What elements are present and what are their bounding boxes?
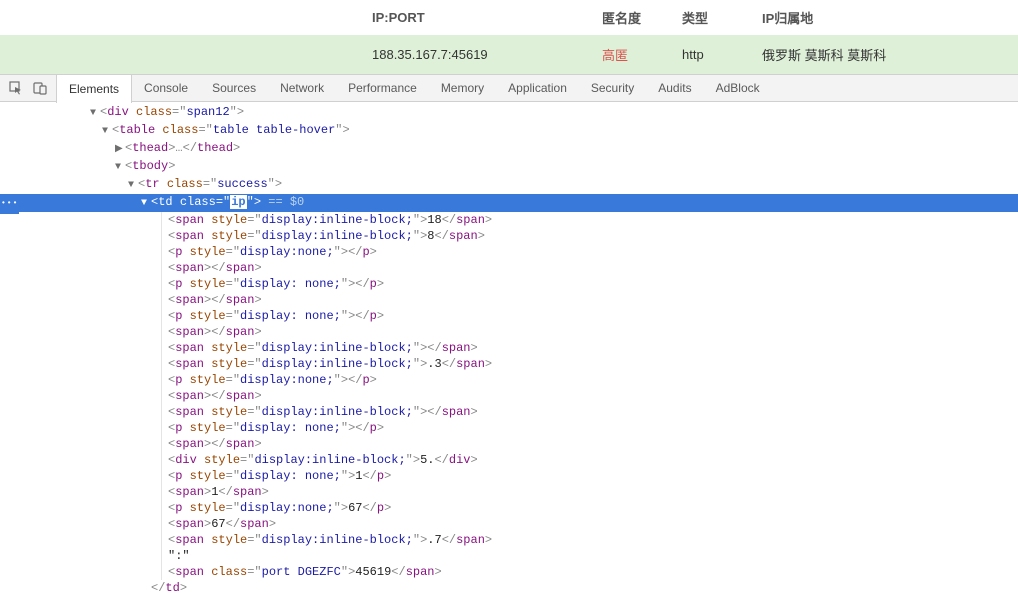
- cell-anon: 高匿: [590, 35, 670, 74]
- header-anon: 匿名度: [590, 0, 670, 35]
- header-type: 类型: [670, 0, 750, 35]
- tab-adblock[interactable]: AdBlock: [704, 75, 772, 101]
- tab-memory[interactable]: Memory: [429, 75, 496, 101]
- dom-node[interactable]: <div class="span12">: [0, 104, 1018, 122]
- dom-node[interactable]: <span style="display:inline-block;"></sp…: [168, 404, 1018, 420]
- proxy-table: IP:PORT 匿名度 类型 IP归属地 188.35.167.7:45619 …: [0, 0, 1018, 74]
- dom-node[interactable]: <p style="display: none;"></p>: [168, 276, 1018, 292]
- dom-node[interactable]: <p style="display: none;">1</p>: [168, 468, 1018, 484]
- dom-node[interactable]: <div style="display:inline-block;">5.</d…: [168, 452, 1018, 468]
- dom-node[interactable]: <span></span>: [168, 260, 1018, 276]
- dom-node-selected[interactable]: <td class="ip"> == $0: [0, 194, 1018, 212]
- cell-loc: 俄罗斯 莫斯科 莫斯科: [750, 35, 1018, 74]
- tab-application[interactable]: Application: [496, 75, 579, 101]
- header-ipport: IP:PORT: [360, 0, 590, 35]
- dom-node[interactable]: <p style="display:none;">67</p>: [168, 500, 1018, 516]
- dom-node[interactable]: <span style="display:inline-block;">18</…: [168, 212, 1018, 228]
- dom-node[interactable]: <span class="port DGEZFC">45619</span>: [168, 564, 1018, 580]
- dom-node[interactable]: ":": [168, 548, 1018, 564]
- tab-sources[interactable]: Sources: [200, 75, 268, 101]
- dom-node[interactable]: <table class="table table-hover">: [0, 122, 1018, 140]
- dom-node[interactable]: <tr class="success">: [0, 176, 1018, 194]
- dom-node[interactable]: <p style="display: none;"></p>: [168, 420, 1018, 436]
- blank-header: [0, 0, 360, 35]
- table-row[interactable]: 188.35.167.7:45619 高匿 http 俄罗斯 莫斯科 莫斯科: [0, 35, 1018, 74]
- dom-node[interactable]: <span></span>: [168, 388, 1018, 404]
- tab-performance[interactable]: Performance: [336, 75, 429, 101]
- dom-node[interactable]: </td>: [0, 580, 1018, 596]
- dom-node[interactable]: <span></span>: [168, 436, 1018, 452]
- inspect-icon[interactable]: [6, 78, 26, 98]
- dom-node[interactable]: <p style="display:none;"></p>: [168, 244, 1018, 260]
- dom-node[interactable]: <span style="display:inline-block;"></sp…: [168, 340, 1018, 356]
- devtools-tabbar: Elements Console Sources Network Perform…: [0, 74, 1018, 102]
- tab-audits[interactable]: Audits: [646, 75, 703, 101]
- dom-tree[interactable]: <div class="span12"> <table class="table…: [0, 102, 1018, 606]
- dom-node[interactable]: <span></span>: [168, 324, 1018, 340]
- dom-node[interactable]: <span></span>: [168, 292, 1018, 308]
- tab-elements[interactable]: Elements: [56, 75, 132, 103]
- dom-node[interactable]: <span style="display:inline-block;">8</s…: [168, 228, 1018, 244]
- tab-network[interactable]: Network: [268, 75, 336, 101]
- dom-node[interactable]: <span>1</span>: [168, 484, 1018, 500]
- cell-type: http: [670, 35, 750, 74]
- tab-console[interactable]: Console: [132, 75, 200, 101]
- cell-ipport: 188.35.167.7:45619: [360, 35, 590, 74]
- dom-node[interactable]: <p style="display:none;"></p>: [168, 372, 1018, 388]
- dom-node[interactable]: <thead>…</thead>: [0, 140, 1018, 158]
- dom-node[interactable]: <span style="display:inline-block;">.7</…: [168, 532, 1018, 548]
- dom-node[interactable]: <p style="display: none;"></p>: [168, 308, 1018, 324]
- tab-security[interactable]: Security: [579, 75, 646, 101]
- dom-node[interactable]: <span>67</span>: [168, 516, 1018, 532]
- device-toggle-icon[interactable]: [30, 78, 50, 98]
- dom-node[interactable]: <tbody>: [0, 158, 1018, 176]
- header-loc: IP归属地: [750, 0, 1018, 35]
- dom-node[interactable]: <span style="display:inline-block;">.3</…: [168, 356, 1018, 372]
